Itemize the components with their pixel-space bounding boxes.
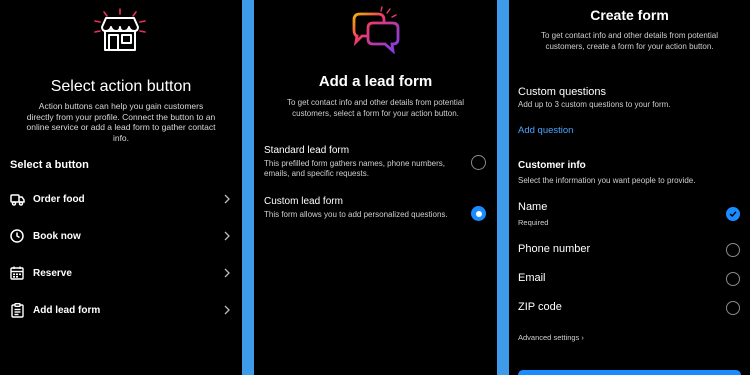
standard-lead-form-option[interactable]: Standard lead form This prefilled form g… (264, 145, 489, 179)
customer-info-subtext: Select the information you want people t… (518, 176, 696, 185)
order-food-item[interactable]: Order food (0, 184, 242, 214)
standard-lead-form-radio[interactable] (471, 155, 486, 170)
customer-info-heading: Customer info (518, 160, 586, 171)
checkmark-icon (729, 211, 737, 217)
zip-code-checkbox[interactable] (726, 301, 740, 315)
chevron-right-icon (224, 194, 230, 204)
chat-bubbles-icon (352, 6, 400, 54)
item-label: Book now (33, 230, 81, 242)
item-label: Add lead form (33, 304, 101, 316)
field-name-label: Name (518, 201, 548, 213)
add-question-link[interactable]: Add question (518, 125, 573, 136)
section-label: Select a button (10, 159, 89, 171)
field-phone-label: Phone number (518, 243, 591, 255)
clipboard-icon (9, 302, 25, 318)
chevron-right-icon (224, 231, 230, 241)
delivery-truck-icon (9, 191, 25, 207)
clock-icon (9, 228, 25, 244)
custom-questions-heading: Custom questions (518, 86, 607, 98)
page-title: Select action button (50, 78, 192, 95)
continue-button[interactable] (518, 370, 741, 375)
chevron-right-icon (224, 305, 230, 315)
page-title: Add a lead form (318, 73, 433, 90)
page-description: Action buttons can help you gain custome… (26, 101, 216, 143)
calendar-icon (9, 265, 25, 281)
advanced-settings-link[interactable]: Advanced settings › (518, 333, 584, 342)
custom-lead-form-option[interactable]: Custom lead form This form allows you to… (264, 196, 489, 220)
chevron-right-icon (224, 268, 230, 278)
add-lead-form-item[interactable]: Add lead form (0, 295, 242, 325)
option-description: This form allows you to add personalized… (264, 210, 448, 219)
reserve-item[interactable]: Reserve (0, 258, 242, 288)
page-title: Create form (590, 7, 669, 23)
storefront-icon (94, 8, 146, 51)
phone-number-checkbox[interactable] (726, 243, 740, 257)
option-title: Custom lead form (264, 196, 343, 207)
email-checkbox[interactable] (726, 272, 740, 286)
field-zip-label: ZIP code (518, 301, 562, 313)
custom-lead-form-radio[interactable] (471, 206, 486, 221)
page-description: To get contact info and other details fr… (541, 31, 718, 51)
create-form-screen: Create form To get contact info and othe… (509, 0, 750, 375)
page-description: To get contact info and other details fr… (287, 98, 464, 118)
custom-questions-subtext: Add up to 3 custom questions to your for… (518, 100, 671, 109)
name-checkbox[interactable] (726, 207, 740, 221)
field-email-label: Email (518, 272, 546, 284)
book-now-item[interactable]: Book now (0, 221, 242, 251)
option-title: Standard lead form (264, 145, 350, 156)
option-description: This prefilled form gathers names, phone… (264, 159, 445, 178)
add-lead-form-screen: Add a lead form To get contact info and … (254, 0, 497, 375)
select-action-button-screen: Select action button Action buttons can … (0, 0, 242, 375)
field-name-required: Required (518, 218, 549, 227)
item-label: Reserve (33, 267, 72, 279)
item-label: Order food (33, 193, 85, 205)
